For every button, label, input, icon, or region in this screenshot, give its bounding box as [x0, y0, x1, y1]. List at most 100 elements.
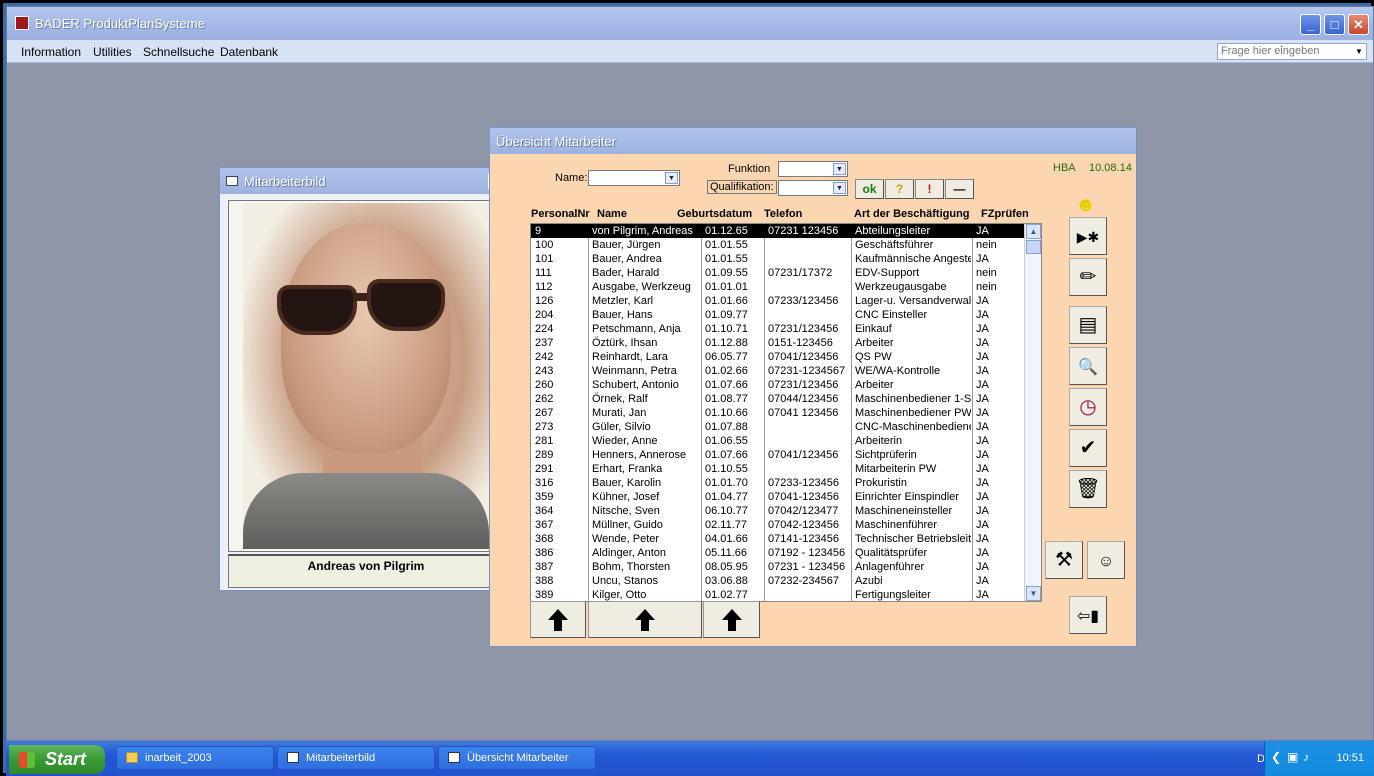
bild-titlebar[interactable]: Mitarbeiterbild ✕ [220, 168, 512, 194]
ok-button[interactable]: ok [855, 179, 884, 199]
volume-icon[interactable]: ♪ [1303, 750, 1309, 764]
table-row[interactable]: 386 Aldinger, Anton 05.11.66 07192 - 123456… [531, 546, 1025, 560]
table-cell [768, 252, 850, 266]
nav-first-button[interactable] [530, 601, 586, 638]
preview-button[interactable]: 🔍 [1069, 347, 1107, 385]
table-row[interactable]: 237 Öztürk, Ihsan 01.12.88 0151-123456 Arbei… [531, 336, 1025, 350]
table-cell: 112 [535, 281, 553, 293]
table-cell [768, 280, 850, 294]
employee-list[interactable]: 9 von Pilgrim, Andreas 01.12.65 07231 12345… [530, 223, 1042, 602]
table-row[interactable]: 204 Bauer, Hans 01.09.77 CNC Einsteller JA [531, 308, 1025, 322]
list-scrollbar[interactable]: ▲ ▼ [1024, 224, 1041, 601]
scroll-down-icon[interactable]: ▼ [1026, 586, 1041, 601]
table-cell: Einkauf [855, 323, 892, 335]
table-row[interactable]: 273 Güler, Silvio 01.07.88 CNC-Maschinenbed… [531, 420, 1025, 434]
table-row[interactable]: 316 Bauer, Karolin 01.01.70 07233-123456 Pro… [531, 476, 1025, 490]
table-row[interactable]: 367 Müllner, Guido 02.11.77 07042-123456 Mas… [531, 518, 1025, 532]
table-cell: 359 [535, 491, 554, 503]
nav-next-button[interactable] [703, 601, 760, 638]
table-row[interactable]: 260 Schubert, Antonio 01.07.66 07231/123456… [531, 378, 1025, 392]
folder-icon [126, 752, 138, 763]
exit-button[interactable]: ⇦▮ [1069, 596, 1107, 634]
app-titlebar[interactable]: BADER ProduktPlanSysteme _ □ ✕ [7, 7, 1373, 40]
qualifikation-combo[interactable]: ▼ [778, 180, 848, 196]
menu-schnellsuche[interactable]: Schnellsuche [143, 45, 214, 59]
minus-button[interactable]: — [945, 179, 974, 199]
table-cell: Wieder, Anne [592, 435, 658, 447]
exclaim-button[interactable]: ! [915, 179, 944, 199]
chevron-down-icon[interactable]: ▼ [665, 172, 678, 184]
table-cell [768, 434, 850, 448]
table-cell: 08.05.95 [705, 561, 748, 573]
table-row[interactable]: 242 Reinhardt, Lara 06.05.77 07041/123456 QS… [531, 350, 1025, 364]
table-cell: Bauer, Hans [592, 309, 653, 321]
nav-up-button[interactable] [588, 601, 702, 638]
funktion-combo[interactable]: ▼ [778, 161, 848, 177]
chevron-down-icon[interactable]: ▼ [833, 163, 846, 175]
mask-button[interactable]: ☺ [1087, 541, 1125, 579]
table-row[interactable]: 281 Wieder, Anne 01.06.55 Arbeiterin JA [531, 434, 1025, 448]
close-button[interactable]: ✕ [1348, 14, 1369, 35]
table-row[interactable]: 111 Bader, Harald 01.09.55 07231/17372 EDV-S… [531, 266, 1025, 280]
delete-button[interactable]: 🗑 [1069, 470, 1107, 508]
ueb-titlebar[interactable]: Übersicht Mitarbeiter [490, 128, 1136, 154]
start-label: Start [45, 749, 87, 769]
tray-arrow-icon[interactable]: ❮ [1271, 750, 1281, 764]
copy-button[interactable]: ▤ [1069, 306, 1107, 344]
table-cell [768, 238, 850, 252]
table-row[interactable]: 262 Örnek, Ralf 01.08.77 07044/123456 Maschi… [531, 392, 1025, 406]
task-uebersicht[interactable]: Übersicht Mitarbeiter [438, 746, 596, 770]
name-combo[interactable]: ▼ [588, 170, 680, 186]
table-cell: JA [976, 505, 989, 517]
table-cell: Werkzeugausgabe [855, 281, 947, 293]
table-cell: 06.05.77 [705, 351, 748, 363]
table-row[interactable]: 112 Ausgabe, Werkzeug 01.01.01 Werkzeugausg… [531, 280, 1025, 294]
table-cell: 07231/123456 [768, 379, 839, 391]
start-button[interactable]: Start [9, 745, 105, 774]
table-row[interactable]: 224 Petschmann, Anja 01.10.71 07231/123456 E… [531, 322, 1025, 336]
edit-button[interactable]: ✏ [1069, 258, 1107, 296]
network-icon[interactable]: ▣ [1287, 750, 1298, 764]
table-row[interactable]: 9 von Pilgrim, Andreas 01.12.65 07231 12345… [531, 224, 1025, 238]
table-cell: 01.10.55 [705, 463, 748, 475]
maximize-button[interactable]: □ [1324, 14, 1345, 35]
task-inarbeit[interactable]: inarbeit_2003 [116, 746, 274, 770]
table-cell: 101 [535, 253, 554, 265]
table-cell: JA [976, 393, 989, 405]
menu-utilities[interactable]: Utilities [93, 45, 132, 59]
table-row[interactable]: 387 Bohm, Thorsten 08.05.95 07231 - 123456 A… [531, 560, 1025, 574]
employee-name-box: Andreas von Pilgrim [228, 554, 504, 588]
task-mitarbeiterbild[interactable]: Mitarbeiterbild [277, 746, 435, 770]
table-row[interactable]: 243 Weinmann, Petra 01.02.66 07231-1234567 W… [531, 364, 1025, 378]
new-record-button[interactable]: ▶✱ [1069, 217, 1107, 255]
table-cell: Nitsche, Sven [592, 505, 660, 517]
table-row[interactable]: 101 Bauer, Andrea 01.01.55 Kaufmännische An… [531, 252, 1025, 266]
menu-information[interactable]: Information [21, 45, 81, 59]
table-cell: Henners, Annerose [592, 449, 687, 461]
question-button[interactable]: ? [885, 179, 914, 199]
scroll-thumb[interactable] [1026, 240, 1041, 254]
table-cell: 0151-123456 [768, 337, 833, 349]
check-button[interactable]: ✔ [1069, 429, 1107, 467]
tools-button[interactable]: ⚒ [1045, 541, 1083, 579]
table-row[interactable]: 388 Uncu, Stanos 03.06.88 07232-234567 Azubi… [531, 574, 1025, 588]
table-row[interactable]: 364 Nitsche, Sven 06.10.77 07042/123477 Masc… [531, 504, 1025, 518]
table-row[interactable]: 368 Wende, Peter 04.01.66 07141-123456 Techn… [531, 532, 1025, 546]
minimize-button[interactable]: _ [1300, 14, 1321, 35]
table-row[interactable]: 267 Murati, Jan 01.10.66 07041 123456 Maschi… [531, 406, 1025, 420]
table-row[interactable]: 389 Kilger, Otto 01.02.77 Fertigungsleiter J… [531, 588, 1025, 601]
table-row[interactable]: 100 Bauer, Jürgen 01.01.55 Geschäftsführer n… [531, 238, 1025, 252]
chevron-down-icon[interactable]: ▼ [1353, 45, 1365, 58]
table-row[interactable]: 359 Kühner, Josef 01.04.77 07041-123456 Einr… [531, 490, 1025, 504]
chevron-down-icon[interactable]: ▼ [833, 182, 846, 194]
menu-datenbank[interactable]: Datenbank [220, 45, 278, 59]
table-cell: JA [976, 295, 989, 307]
table-cell: Uncu, Stanos [592, 575, 659, 587]
table-row[interactable]: 291 Erhart, Franka 01.10.55 Mitarbeiterin P… [531, 462, 1025, 476]
help-search-input[interactable]: Frage hier eingeben ▼ [1217, 43, 1367, 60]
scroll-up-icon[interactable]: ▲ [1026, 224, 1041, 239]
clock-button[interactable]: ◷ [1069, 388, 1107, 426]
table-row[interactable]: 126 Metzler, Karl 01.01.66 07233/123456 Lage… [531, 294, 1025, 308]
table-cell: Bauer, Jürgen [592, 239, 661, 251]
table-row[interactable]: 289 Henners, Annerose 01.07.66 07041/123456… [531, 448, 1025, 462]
